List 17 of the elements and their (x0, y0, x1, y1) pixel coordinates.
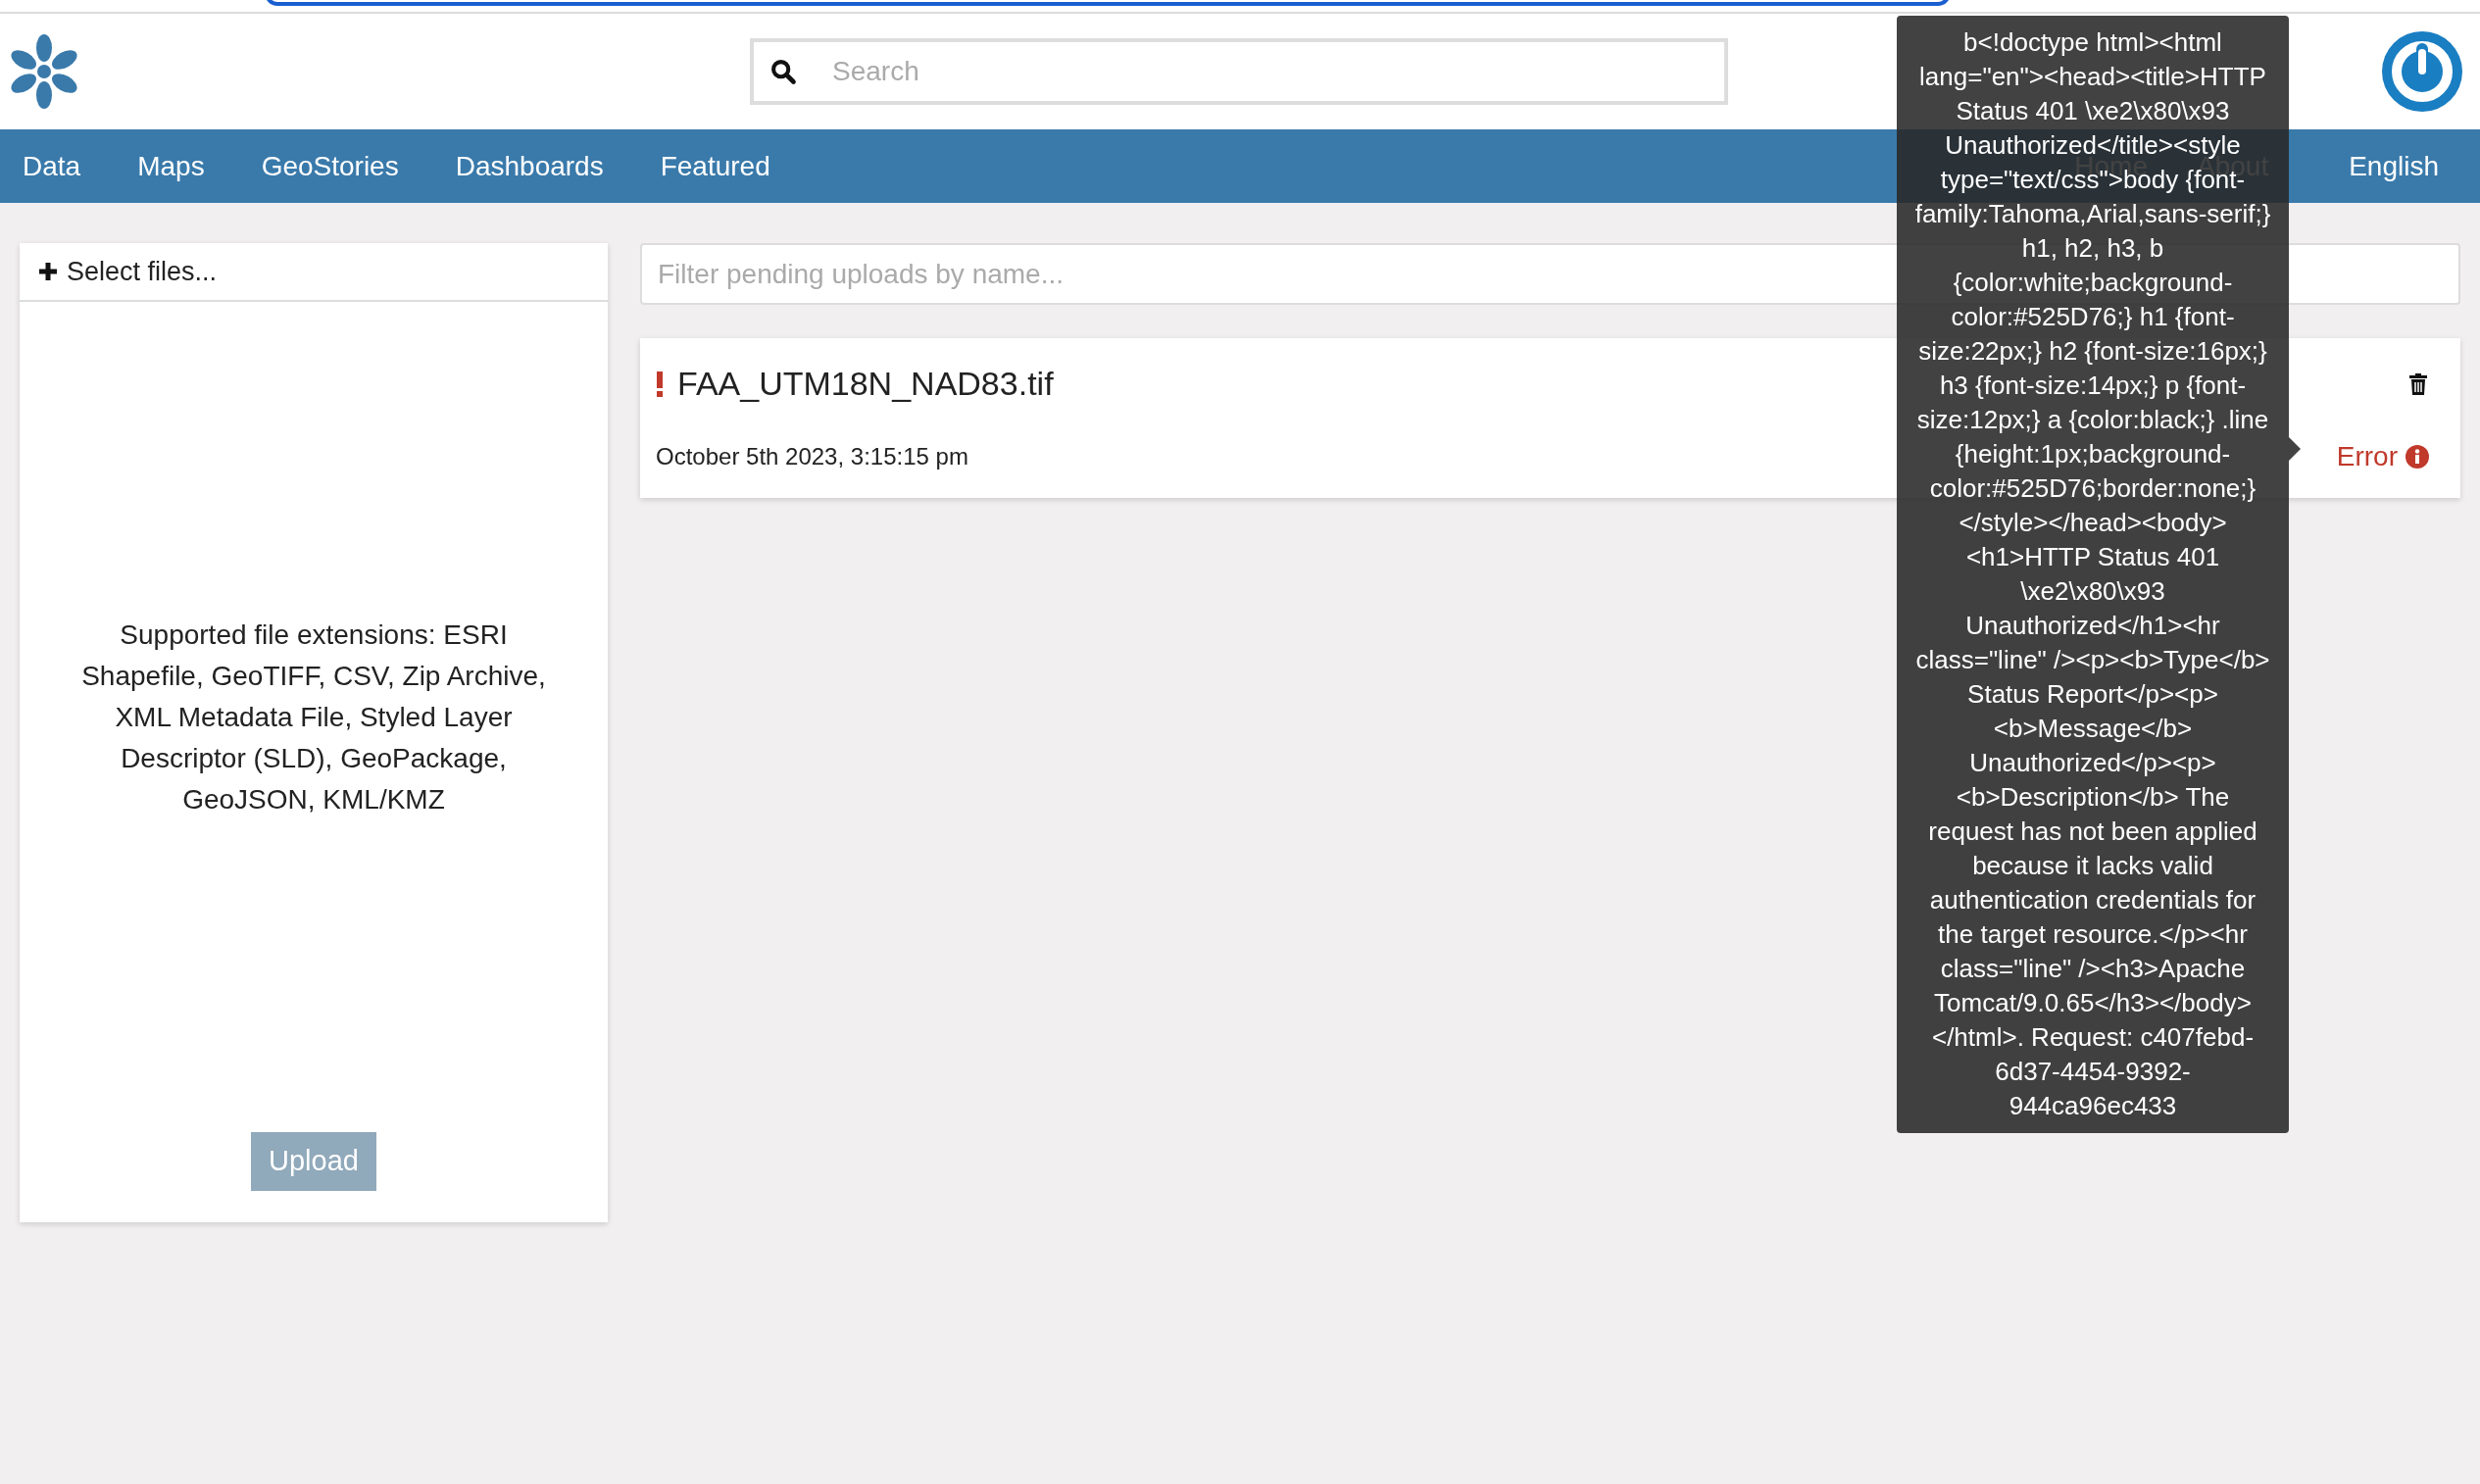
nav-link[interactable]: Data (23, 145, 81, 187)
nav-link[interactable]: Dashboards (455, 145, 604, 187)
nav-link[interactable]: Maps (137, 145, 205, 187)
search-icon (769, 58, 797, 85)
nav-link[interactable]: Featured (660, 145, 770, 187)
select-files-button[interactable]: Select files... (20, 243, 608, 302)
plus-icon (37, 261, 59, 282)
supported-extensions-text: Supported file extensions: ESRI Shapefile, GeoTIFF, CSV, Zip Archive, XML Metadata File, Styled Layer Descriptor (SLD), GeoPackage, GeoJSON, KML/KMZ (80, 618, 547, 816)
info-icon[interactable] (2406, 445, 2429, 469)
language-link[interactable]: English (2349, 145, 2439, 187)
search-field[interactable]: Search (750, 38, 1728, 105)
nav-link[interactable]: GeoStories (261, 145, 399, 187)
power-icon[interactable] (2382, 31, 2462, 112)
upload-date: October 5th 2023, 3:15:15 pm (656, 442, 968, 471)
file-name: FAA_UTM18N_NAD83.tif (677, 364, 1054, 404)
status-text: Error (2336, 440, 2398, 473)
trash-icon[interactable] (2409, 372, 2427, 395)
